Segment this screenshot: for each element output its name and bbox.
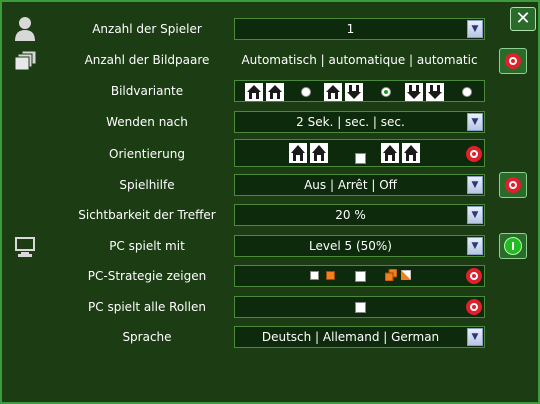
house-pair-icon — [289, 143, 328, 163]
green-toggle-icon — [504, 237, 522, 255]
hint-select[interactable]: Aus | Arrêt | Off ▼ — [234, 174, 485, 196]
allroles-checkbox[interactable] — [355, 302, 366, 313]
row-players: Anzahl der Spieler 1 ▼ — [2, 18, 538, 42]
turn-value: 2 Sek. | sec. | sec. — [296, 115, 405, 129]
house-up-down-icon[interactable] — [324, 83, 364, 101]
variant-label: Bildvariante — [110, 84, 184, 98]
allroles-options — [234, 296, 485, 318]
strategy-options — [234, 265, 485, 287]
row-language: Sprache Deutsch | Allemand | German ▼ — [2, 326, 538, 350]
row-pairs: Anzahl der Bildpaare Automatisch | autom… — [2, 49, 538, 73]
turn-select[interactable]: 2 Sek. | sec. | sec. ▼ — [234, 111, 485, 133]
variant-radio-3[interactable] — [462, 87, 472, 97]
variant-radio-1[interactable] — [301, 87, 311, 97]
turn-label: Wenden nach — [106, 115, 188, 129]
red-toggle-icon — [505, 53, 521, 69]
pairs-value: Automatisch | automatique | automatic — [241, 53, 478, 67]
settings-panel: ✕ Anzahl der Spieler 1 ▼ Anzahl der Bild… — [0, 0, 540, 404]
strategy-checkbox[interactable] — [355, 271, 366, 282]
orientation-label: Orientierung — [109, 147, 185, 161]
row-variant: Bildvariante — [2, 80, 538, 104]
house-up-up-icon[interactable] — [245, 83, 285, 101]
chevron-down-icon[interactable]: ▼ — [467, 206, 483, 224]
row-hint: Spielhilfe Aus | Arrêt | Off ▼ — [2, 174, 538, 198]
variant-radio-2[interactable] — [381, 87, 391, 97]
orange-square-icon — [326, 271, 335, 280]
pcplays-toggle-button[interactable] — [499, 233, 527, 259]
red-toggle-icon[interactable] — [466, 268, 482, 284]
hint-value: Aus | Arrêt | Off — [304, 178, 397, 192]
pcplays-label: PC spielt mit — [109, 239, 185, 253]
visibility-value: 20 % — [335, 208, 366, 222]
allroles-label: PC spielt alle Rollen — [88, 300, 206, 314]
chevron-down-icon[interactable]: ▼ — [467, 20, 483, 38]
row-pcplays: PC spielt mit Level 5 (50%) ▼ — [2, 235, 538, 259]
house-down-down-icon[interactable] — [405, 83, 445, 101]
white-square-icon — [310, 271, 319, 280]
row-allroles: PC spielt alle Rollen — [2, 296, 538, 320]
chevron-down-icon[interactable]: ▼ — [467, 176, 483, 194]
language-label: Sprache — [122, 330, 172, 344]
language-value: Deutsch | Allemand | German — [261, 330, 440, 344]
orientation-options — [234, 139, 485, 167]
players-value: 1 — [346, 22, 355, 36]
orientation-checkbox[interactable] — [355, 153, 366, 164]
stacked-squares-icon — [385, 269, 397, 281]
row-orientation: Orientierung — [2, 139, 538, 167]
chevron-down-icon[interactable]: ▼ — [467, 328, 483, 346]
visibility-label: Sichtbarkeit der Treffer — [78, 208, 216, 222]
visibility-select[interactable]: 20 % ▼ — [234, 204, 485, 226]
row-turn: Wenden nach 2 Sek. | sec. | sec. ▼ — [2, 111, 538, 135]
row-strategy: PC-Strategie zeigen — [2, 265, 538, 289]
chevron-down-icon[interactable]: ▼ — [467, 113, 483, 131]
red-toggle-icon[interactable] — [466, 146, 482, 162]
pairs-label: Anzahl der Bildpaare — [84, 53, 210, 67]
players-select[interactable]: 1 ▼ — [234, 18, 485, 40]
language-select[interactable]: Deutsch | Allemand | German ▼ — [234, 326, 485, 348]
split-square-icon — [401, 270, 411, 280]
variant-options — [234, 80, 485, 102]
house-pair-icon — [381, 143, 420, 163]
hint-label: Spielhilfe — [119, 178, 175, 192]
hint-toggle-button[interactable] — [499, 172, 527, 198]
pcplays-value: Level 5 (50%) — [309, 239, 392, 253]
red-toggle-icon — [505, 177, 521, 193]
red-toggle-icon[interactable] — [466, 299, 482, 315]
strategy-label: PC-Strategie zeigen — [87, 269, 207, 283]
pairs-toggle-button[interactable] — [499, 48, 527, 74]
chevron-down-icon[interactable]: ▼ — [467, 237, 483, 255]
pcplays-select[interactable]: Level 5 (50%) ▼ — [234, 235, 485, 257]
row-visibility: Sichtbarkeit der Treffer 20 % ▼ — [2, 204, 538, 228]
players-label: Anzahl der Spieler — [92, 22, 202, 36]
